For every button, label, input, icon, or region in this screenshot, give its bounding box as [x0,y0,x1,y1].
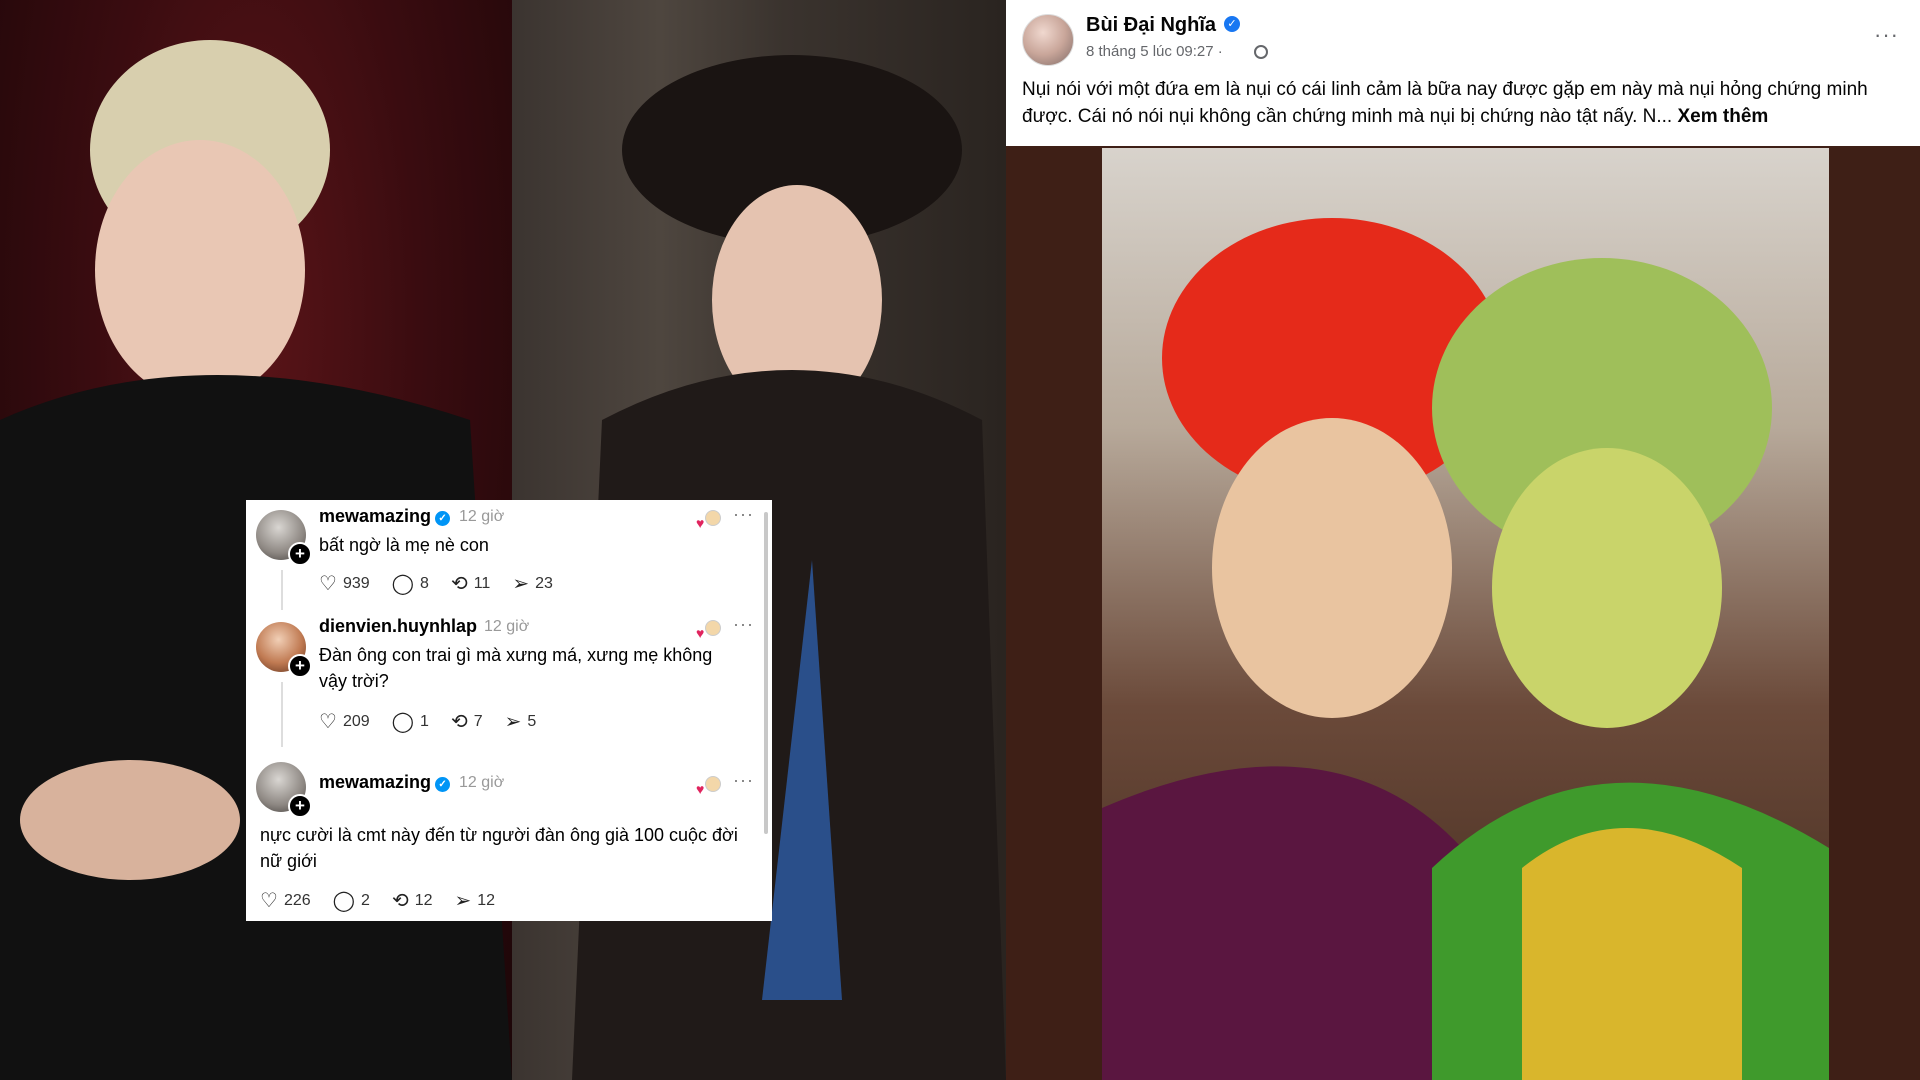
share-button[interactable]: ➢ 5 [505,709,537,734]
thread-line [281,570,283,610]
avatar-mini-icon [705,620,721,636]
facebook-post-header: Bùi Đại Nghĩa ✓ 8 tháng 5 lúc 09:27 · ··… [1006,0,1920,146]
reply-count: 1 [420,712,429,730]
comment-username[interactable]: mewamazing ✓ [319,772,451,793]
photo-two-performers-costume [1102,148,1829,1080]
send-icon: ➢ [512,573,530,595]
follow-plus-icon[interactable]: + [288,654,312,678]
repost-button[interactable]: ⟲ 11 [451,571,490,596]
scrollbar[interactable] [764,512,768,834]
photo-two-performers-art [1102,218,1829,1080]
like-count: 226 [283,891,311,909]
comment-time: 12 giờ [484,618,530,635]
share-count: 5 [527,712,537,730]
repost-button[interactable]: ⟲ 12 [392,888,433,913]
reaction-badge-icon: ♥ [696,620,722,641]
comment-actions: ♡ 939 ◯ 8 ⟲ 11 ➢ 23 [319,571,575,596]
follow-plus-icon[interactable]: + [288,542,312,566]
like-button[interactable]: ♡ 939 [319,571,370,596]
more-options-button[interactable]: ··· [1874,22,1899,48]
avatar-mini-icon [705,510,721,526]
comment-icon: ◯ [332,890,356,912]
comment-more-button[interactable]: ··· [733,770,754,791]
send-icon: ➢ [454,890,472,912]
send-icon: ➢ [504,711,522,733]
username-text[interactable]: mewamazing [319,506,431,526]
comment-text: bất ngờ là mẹ nè con [319,535,489,555]
see-more-link[interactable]: Xem thêm [1677,106,1768,127]
heart-icon: ♡ [319,573,337,595]
reply-count: 2 [361,891,370,909]
reaction-badge-icon: ♥ [696,776,722,797]
share-button[interactable]: ➢ 23 [512,571,553,596]
repost-count: 11 [473,574,491,592]
author-avatar[interactable] [1022,14,1074,66]
heart-icon: ♡ [260,890,278,912]
thread-line [281,682,283,747]
comment-icon: ◯ [391,573,415,595]
heart-icon: ♡ [319,711,337,733]
comment-icon: ◯ [391,711,415,733]
heart-icon: ♥ [696,625,705,641]
verified-badge-icon: ✓ [435,777,451,792]
post-text: Nụi nói với một đứa em là nụi có cái lin… [1022,76,1902,130]
share-button[interactable]: ➢ 12 [455,888,496,913]
post-timestamp[interactable]: 8 tháng 5 lúc 09:27 · [1086,43,1223,60]
verified-badge-icon: ✓ [435,511,451,526]
comment-time: 12 giờ [459,774,505,791]
comment-time: 12 giờ [459,508,505,525]
threads-comment-card: + mewamazing ✓ 12 giờ ♥ ··· bất ngờ là mẹ… [246,500,772,921]
like-count: 939 [342,574,370,592]
username-text[interactable]: dienvien.huynhlap [319,616,477,636]
repost-button[interactable]: ⟲ 7 [451,709,483,734]
verified-badge-icon: ✓ [1224,16,1240,32]
reply-button[interactable]: ◯ 8 [392,571,429,596]
follow-plus-icon[interactable]: + [288,794,312,818]
like-button[interactable]: ♡ 209 [319,709,370,734]
share-count: 12 [477,891,496,909]
comment-more-button[interactable]: ··· [733,504,754,525]
comment-actions: ♡ 209 ◯ 1 ⟲ 7 ➢ 5 [319,709,558,734]
repost-count: 12 [414,891,433,909]
comment-text: Đàn ông con trai gì mà xưng má, xưng mẹ … [319,645,713,691]
repost-icon: ⟲ [450,711,468,733]
reaction-badge-icon: ♥ [696,510,722,531]
heart-icon: ♥ [696,781,705,797]
comment-more-button[interactable]: ··· [733,614,754,635]
reply-button[interactable]: ◯ 1 [392,709,429,734]
like-button[interactable]: ♡ 226 [260,888,311,913]
comment-text: nực cười là cmt này đến từ người đàn ông… [260,825,738,871]
heart-icon: ♥ [696,515,705,531]
repost-icon: ⟲ [391,890,409,912]
globe-icon [1254,45,1268,59]
repost-count: 7 [473,712,483,730]
repost-icon: ⟲ [450,573,468,595]
reply-button[interactable]: ◯ 2 [333,888,370,913]
share-count: 23 [535,574,553,592]
comment-username[interactable]: mewamazing ✓ [319,506,451,527]
comment-actions: ♡ 226 ◯ 2 ⟲ 12 ➢ 12 [260,888,517,913]
username-text[interactable]: mewamazing [319,772,431,792]
author-name[interactable]: Bùi Đại Nghĩa [1086,14,1216,37]
reply-count: 8 [420,574,429,592]
like-count: 209 [342,712,370,730]
comment-username[interactable]: dienvien.huynhlap [319,616,477,637]
avatar-mini-icon [705,776,721,792]
